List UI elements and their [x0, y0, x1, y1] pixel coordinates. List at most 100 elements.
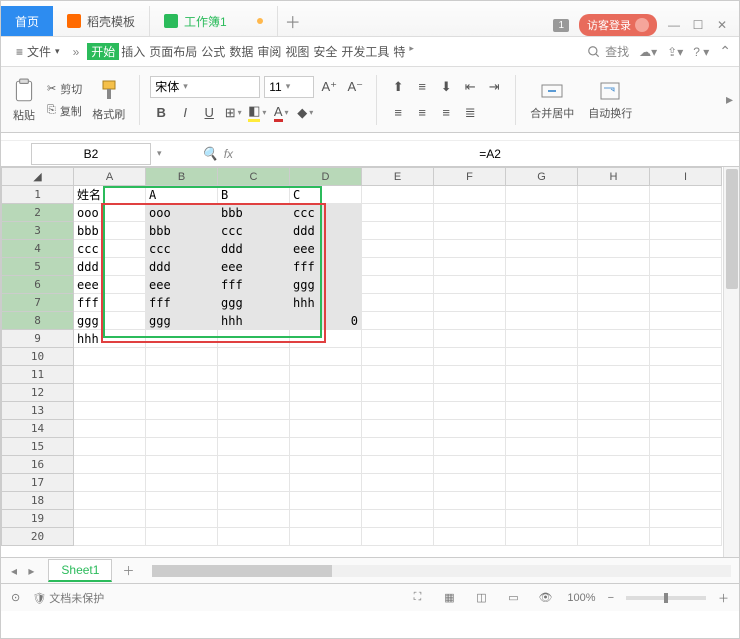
cell[interactable] [506, 294, 578, 312]
cell[interactable]: eee [146, 276, 218, 294]
cell[interactable] [362, 276, 434, 294]
row-header[interactable]: 14 [2, 420, 74, 438]
zoom-level[interactable]: 100% [567, 592, 595, 604]
copy-button[interactable]: ⎘ 复制 [47, 101, 82, 121]
cell[interactable]: eee [74, 276, 146, 294]
font-select[interactable]: 宋体▾ [150, 76, 260, 98]
cell[interactable] [434, 204, 506, 222]
cell[interactable]: fff [218, 276, 290, 294]
italic-button[interactable]: I [174, 102, 196, 124]
cell[interactable] [506, 330, 578, 348]
cell[interactable] [506, 258, 578, 276]
justify-button[interactable]: ≣ [459, 102, 481, 124]
reading-view-button[interactable]: ▭ [503, 590, 523, 606]
cell[interactable]: C [290, 186, 362, 204]
cell[interactable] [74, 348, 146, 366]
align-bottom-button[interactable]: ⬇ [435, 76, 457, 98]
ribbon-tab-review[interactable]: 审阅 [255, 43, 283, 60]
cell[interactable] [650, 312, 722, 330]
cell[interactable]: 0 [290, 312, 362, 330]
cell[interactable] [578, 294, 650, 312]
eye-view-button[interactable]: 👁 [535, 590, 555, 606]
cell[interactable]: ccc [74, 240, 146, 258]
cell[interactable]: ddd [290, 222, 362, 240]
ribbon-tab-insert[interactable]: 插入 [119, 43, 147, 60]
cell[interactable] [362, 222, 434, 240]
cloud-button[interactable]: ☁▾ [639, 45, 657, 59]
ribbon-tab-data[interactable]: 数据 [227, 43, 255, 60]
align-middle-button[interactable]: ≡ [411, 76, 433, 98]
row-header[interactable]: 16 [2, 456, 74, 474]
cell[interactable]: ggg [74, 312, 146, 330]
cell[interactable]: bbb [146, 222, 218, 240]
scroll-thumb[interactable] [152, 565, 332, 577]
col-header-B[interactable]: B [146, 168, 218, 186]
col-header-I[interactable]: I [650, 168, 722, 186]
cell[interactable] [362, 240, 434, 258]
cell[interactable] [650, 294, 722, 312]
row-header[interactable]: 20 [2, 528, 74, 546]
indent-right-button[interactable]: ⇥ [483, 76, 505, 98]
cell[interactable] [506, 186, 578, 204]
vertical-scrollbar[interactable] [723, 167, 739, 557]
bold-button[interactable]: B [150, 102, 172, 124]
cell[interactable]: fff [290, 258, 362, 276]
normal-view-button[interactable]: ▦ [439, 590, 459, 606]
notification-badge[interactable]: 1 [553, 19, 569, 32]
cell[interactable] [650, 276, 722, 294]
select-all-corner[interactable]: ◢ [2, 168, 74, 186]
protect-status[interactable]: 🛡 文档未保护 [32, 590, 104, 606]
cell[interactable] [362, 294, 434, 312]
record-icon[interactable]: ⊙ [11, 591, 20, 604]
search-button[interactable]: 查找 [587, 43, 629, 60]
cell[interactable]: ggg [218, 294, 290, 312]
wrap-button[interactable]: 自动换行 [584, 70, 636, 130]
col-header-F[interactable]: F [434, 168, 506, 186]
align-left-button[interactable]: ≡ [387, 102, 409, 124]
effects-button[interactable]: ◆ [294, 102, 316, 124]
col-header-H[interactable]: H [578, 168, 650, 186]
cell[interactable] [362, 204, 434, 222]
tab-templates[interactable]: 稻壳模板 [53, 6, 150, 36]
cell[interactable]: bbb [74, 222, 146, 240]
row-header[interactable]: 12 [2, 384, 74, 402]
cell[interactable] [362, 186, 434, 204]
cell[interactable] [578, 312, 650, 330]
row-header[interactable]: 1 [2, 186, 74, 204]
cell[interactable] [434, 186, 506, 204]
fill-color-button[interactable]: ◧ [246, 102, 268, 124]
row-header[interactable]: 7 [2, 294, 74, 312]
col-header-C[interactable]: C [218, 168, 290, 186]
maximize-button[interactable]: ☐ [691, 18, 705, 32]
cell[interactable]: 姓名 [74, 186, 146, 204]
formula-input[interactable] [241, 144, 739, 164]
cell[interactable] [650, 330, 722, 348]
file-menu[interactable]: ≡ 文件 ▾ [9, 40, 67, 63]
cell[interactable] [290, 330, 362, 348]
cell[interactable]: ccc [290, 204, 362, 222]
cell[interactable] [650, 186, 722, 204]
add-tab-button[interactable]: ＋ [278, 6, 308, 36]
paste-button[interactable]: 粘贴 [7, 70, 41, 130]
cell[interactable]: fff [74, 294, 146, 312]
cell[interactable] [650, 258, 722, 276]
cell[interactable]: B [218, 186, 290, 204]
ribbon-tab-security[interactable]: 安全 [311, 43, 339, 60]
sheet-tab[interactable]: Sheet1 [48, 559, 112, 582]
indent-left-button[interactable]: ⇤ [459, 76, 481, 98]
cell[interactable] [506, 312, 578, 330]
row-header[interactable]: 15 [2, 438, 74, 456]
cell[interactable] [578, 240, 650, 258]
fullscreen-button[interactable]: ⛶ [407, 590, 427, 606]
cell[interactable] [578, 186, 650, 204]
cell[interactable]: ccc [218, 222, 290, 240]
ribbon-tab-view[interactable]: 视图 [283, 43, 311, 60]
cell[interactable]: hhh [218, 312, 290, 330]
format-painter-button[interactable]: 格式刷 [88, 70, 129, 130]
help-button[interactable]: ? ▾ [693, 45, 709, 59]
cell[interactable]: A [146, 186, 218, 204]
cell[interactable]: bbb [218, 204, 290, 222]
cell[interactable]: ddd [74, 258, 146, 276]
horizontal-scrollbar[interactable] [152, 565, 731, 577]
login-button[interactable]: 访客登录 [579, 14, 657, 36]
